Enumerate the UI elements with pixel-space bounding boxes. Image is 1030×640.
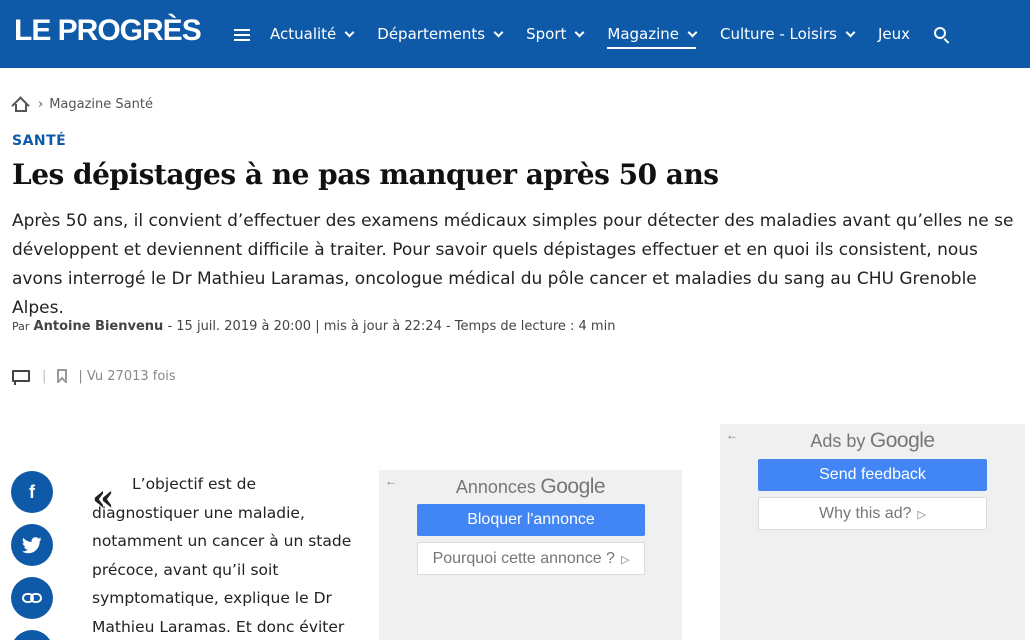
article-actions: | | Vu 27013 fois: [12, 368, 176, 386]
nav-label: Culture - Loisirs: [720, 25, 837, 43]
social-share-bar: f: [11, 471, 53, 640]
breadcrumb-separator: ›: [38, 96, 44, 112]
search-icon[interactable]: [934, 27, 950, 44]
why-this-ad-button[interactable]: Pourquoi cette annonce ? ▷: [417, 542, 645, 575]
chevron-down-icon: [344, 27, 355, 37]
why-this-ad-button[interactable]: Why this ad? ▷: [758, 497, 987, 530]
menu-icon[interactable]: [234, 29, 252, 43]
nav-item-magazine[interactable]: Magazine: [607, 0, 698, 68]
nav-label: Magazine: [607, 25, 679, 43]
main-nav: Actualité Départements Sport Magazine Cu…: [234, 0, 950, 68]
article-byline: Par Antoine Bienvenu - 15 juil. 2019 à 2…: [12, 319, 615, 334]
breadcrumb-link-magazine-sante[interactable]: Magazine Santé: [49, 97, 153, 112]
byline-meta: - 15 juil. 2019 à 20:00 | mis à jour à 2…: [167, 319, 616, 334]
facebook-icon: f: [29, 481, 35, 502]
chevron-down-icon: [574, 27, 585, 37]
nav-label: Départements: [377, 25, 486, 43]
article-title: Les dépistages à ne pas manquer après 50…: [12, 158, 719, 191]
nav-label: Actualité: [270, 25, 337, 43]
twitter-share-button[interactable]: [11, 524, 53, 566]
byline-prefix: Par: [12, 320, 30, 333]
site-logo[interactable]: LE PROGRÈS: [14, 14, 202, 48]
ad-panel-en: ← Ads by Google Send feedback Why this a…: [720, 424, 1025, 640]
nav-label: Sport: [526, 25, 567, 43]
breadcrumb: › Magazine Santé: [11, 96, 153, 115]
share-button[interactable]: [11, 630, 53, 640]
copy-link-button[interactable]: [11, 577, 53, 619]
ad-heading-prefix: Annonces: [455, 477, 536, 497]
nav-item-departements[interactable]: Départements: [377, 0, 504, 68]
twitter-bird-icon: [22, 536, 42, 553]
google-logo: Google: [540, 475, 606, 498]
divider: |: [42, 368, 47, 384]
comment-icon[interactable]: [12, 368, 32, 385]
article-quote: L’objectif est de diagnostiquer une mala…: [92, 475, 352, 636]
send-feedback-button[interactable]: Send feedback: [758, 459, 987, 491]
nav-item-sport[interactable]: Sport: [526, 0, 585, 68]
article-category[interactable]: SANTÉ: [12, 133, 66, 149]
why-this-ad-label: Pourquoi cette annonce ?: [432, 550, 615, 567]
google-logo: Google: [869, 429, 935, 452]
article-lead: Après 50 ans, il convient d’effectuer de…: [12, 211, 1014, 318]
nav-label: Jeux: [877, 25, 910, 43]
block-ad-button[interactable]: Bloquer l'annonce: [417, 504, 645, 536]
home-icon[interactable]: [11, 96, 30, 115]
author-name[interactable]: Antoine Bienvenu: [34, 319, 164, 334]
why-this-ad-label: Why this ad?: [819, 505, 912, 522]
chevron-down-icon: [687, 27, 698, 37]
nav-item-jeux[interactable]: Jeux: [878, 0, 910, 68]
chevron-down-icon: [493, 27, 504, 37]
nav-item-actualite[interactable]: Actualité: [270, 0, 355, 68]
bookmark-icon[interactable]: [56, 368, 68, 386]
adchoices-icon: ▷: [917, 509, 926, 521]
ad-heading: Ads by Google: [720, 429, 1025, 453]
ad-heading-prefix: Ads by: [810, 431, 866, 451]
view-count: | Vu 27013 fois: [78, 368, 176, 384]
chevron-down-icon: [845, 27, 856, 37]
nav-item-culture-loisirs[interactable]: Culture - Loisirs: [720, 0, 856, 68]
ad-panel-fr: ← Annonces Google Bloquer l'annonce Pour…: [379, 470, 682, 640]
link-icon: [22, 593, 42, 603]
ad-heading: Annonces Google: [379, 475, 682, 499]
adchoices-icon: ▷: [620, 554, 630, 566]
site-header: LE PROGRÈS Actualité Départements Sport …: [0, 0, 1030, 68]
facebook-share-button[interactable]: f: [11, 471, 53, 513]
